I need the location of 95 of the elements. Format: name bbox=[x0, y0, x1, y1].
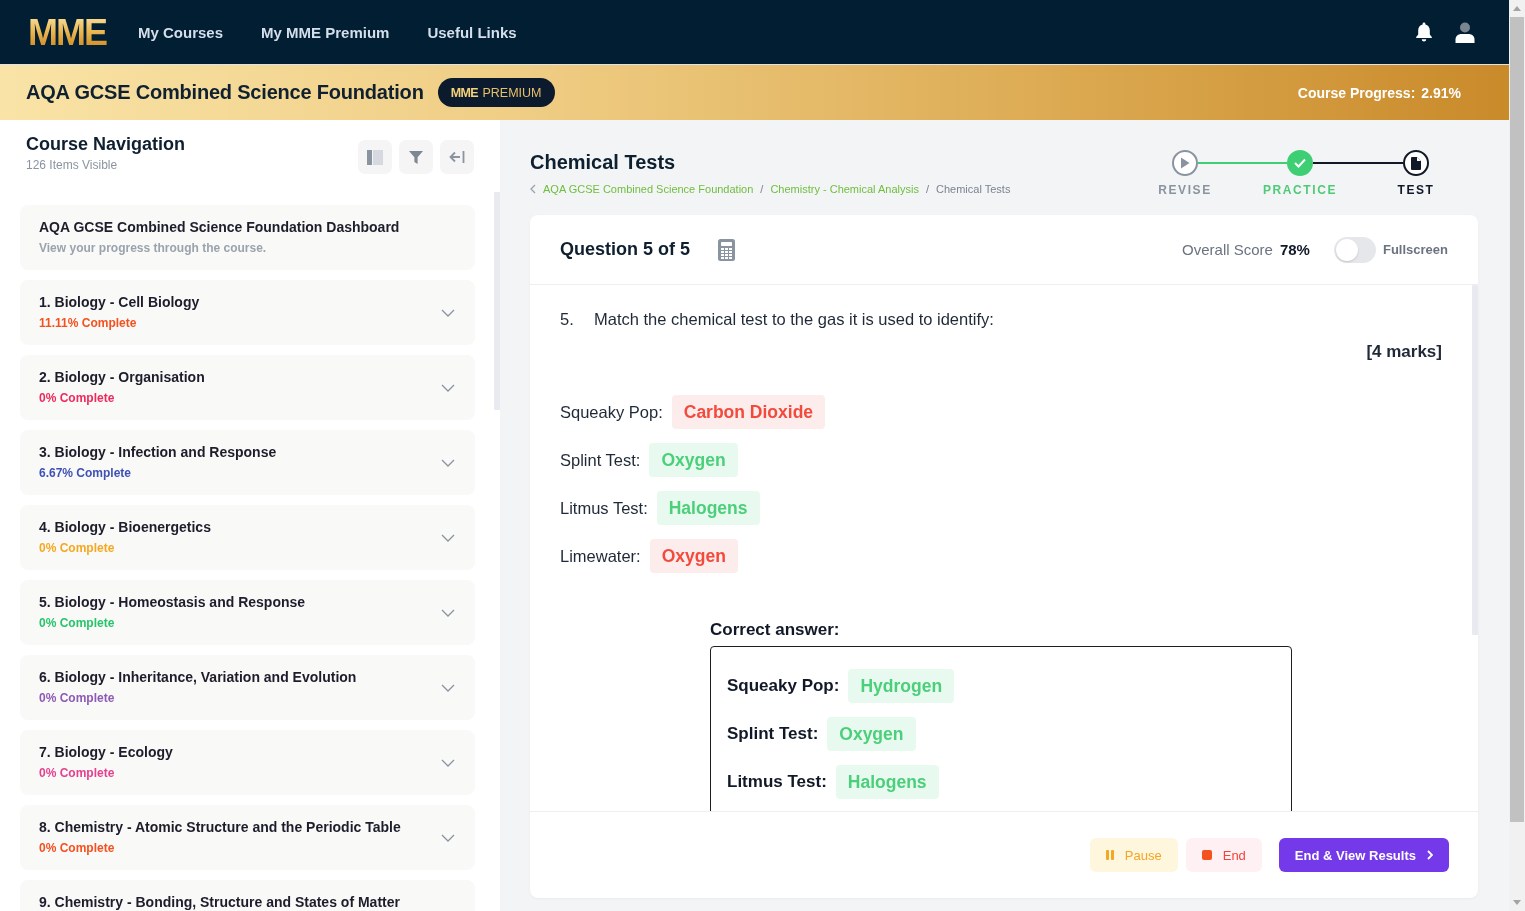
module-item[interactable]: 3. Biology - Infection and Response 6.67% Complete bbox=[20, 430, 475, 495]
module-progress: 0% Complete bbox=[39, 765, 116, 781]
module-title: 4. Biology - Bioenergetics bbox=[39, 519, 211, 536]
chevron-right-icon bbox=[1427, 850, 1433, 860]
module-progress: 6.67% Complete bbox=[39, 465, 133, 481]
items-count: 126 Items Visible bbox=[26, 157, 119, 173]
page-scrollbar[interactable] bbox=[1509, 0, 1525, 911]
test-label: Litmus Test: bbox=[560, 498, 648, 518]
chevron-down-icon[interactable] bbox=[441, 459, 455, 467]
chevron-down-icon[interactable] bbox=[441, 609, 455, 617]
dashboard-title: AQA GCSE Combined Science Foundation Dashboard bbox=[39, 219, 400, 236]
answer-tag: Oxygen bbox=[827, 717, 916, 751]
module-item[interactable]: 5. Biology - Homeostasis and Response 0% Complete bbox=[20, 580, 475, 645]
test-label: Litmus Test: bbox=[727, 772, 827, 792]
dashboard-item[interactable]: AQA GCSE Combined Science Foundation Dashboard View your progress through the course. bbox=[20, 205, 475, 270]
test-label: Splint Test: bbox=[727, 724, 819, 744]
fullscreen-label: Fullscreen bbox=[1382, 242, 1448, 257]
module-item[interactable]: 4. Biology - Bioenergetics 0% Complete bbox=[20, 505, 475, 570]
breadcrumb-current: Chemical Tests bbox=[936, 182, 1011, 196]
bell-icon[interactable] bbox=[1415, 22, 1433, 42]
score-label: Overall Score bbox=[1182, 241, 1273, 258]
test-label: Squeaky Pop: bbox=[727, 676, 840, 696]
chevron-down-icon[interactable] bbox=[441, 834, 455, 842]
chevron-down-icon[interactable] bbox=[441, 684, 455, 692]
question-number: 5. bbox=[560, 309, 575, 329]
document-icon[interactable] bbox=[1403, 150, 1429, 176]
breadcrumb-separator: / bbox=[925, 182, 929, 196]
answer-tag: Hydrogen bbox=[848, 669, 955, 703]
module-progress: 0% Complete bbox=[39, 540, 116, 556]
question-text: Match the chemical test to the gas it is used to identify: bbox=[594, 309, 994, 329]
breadcrumb-separator: / bbox=[760, 182, 764, 196]
pause-icon bbox=[1105, 850, 1114, 860]
answer-tag: Carbon Dioxide bbox=[671, 395, 826, 429]
marks-label: [4 marks] bbox=[1366, 342, 1442, 361]
collapse-sidebar-button[interactable] bbox=[440, 140, 474, 174]
chevron-down-icon[interactable] bbox=[441, 309, 455, 317]
filter-icon bbox=[409, 150, 423, 164]
module-item[interactable]: 2. Biology - Organisation 0% Complete bbox=[20, 355, 475, 420]
fullscreen-toggle[interactable] bbox=[1333, 236, 1376, 263]
nav-link[interactable]: My MME Premium bbox=[261, 23, 390, 41]
course-progress-value: 2.91% bbox=[1421, 84, 1461, 101]
step-label[interactable]: TEST bbox=[1397, 183, 1435, 197]
module-title: 6. Biology - Inheritance, Variation and Evolution bbox=[39, 669, 357, 686]
module-title: 3. Biology - Infection and Response bbox=[39, 444, 277, 461]
play-icon[interactable] bbox=[1172, 150, 1198, 176]
nav-link[interactable]: My Courses bbox=[138, 23, 224, 41]
scrollbar-thumb[interactable] bbox=[1510, 17, 1524, 822]
layout-button[interactable] bbox=[358, 140, 392, 174]
module-title: 8. Chemistry - Atomic Structure and the Periodic Table bbox=[39, 819, 401, 836]
nav-link[interactable]: Useful Links bbox=[427, 23, 517, 41]
module-progress: 0% Complete bbox=[39, 690, 116, 706]
premium-badge: MME PREMIUM bbox=[437, 78, 555, 107]
module-item[interactable]: 7. Biology - Ecology 0% Complete bbox=[20, 730, 475, 795]
sidebar-title: Course Navigation bbox=[26, 133, 186, 155]
answer-tag: Oxygen bbox=[649, 539, 738, 573]
module-item[interactable]: 6. Biology - Inheritance, Variation and Evolution 0% Complete bbox=[20, 655, 475, 720]
stop-icon bbox=[1201, 850, 1212, 860]
test-label: Limewater: bbox=[560, 546, 641, 566]
answer-tag: Halogens bbox=[835, 765, 939, 799]
chevron-down-icon[interactable] bbox=[441, 384, 455, 392]
module-item[interactable]: 8. Chemistry - Atomic Structure and the Periodic Table 0% Complete bbox=[20, 805, 475, 870]
answer-tag: Oxygen bbox=[649, 443, 738, 477]
check-icon[interactable] bbox=[1287, 150, 1313, 176]
dashboard-subtitle: View your progress through the course. bbox=[39, 240, 268, 256]
collapse-icon bbox=[449, 150, 465, 164]
module-progress: 11.11% Complete bbox=[39, 315, 138, 331]
test-label: Squeaky Pop: bbox=[560, 402, 663, 422]
module-title: 2. Biology - Organisation bbox=[39, 369, 205, 386]
module-progress: 0% Complete bbox=[39, 615, 116, 631]
chevron-left-icon[interactable] bbox=[530, 184, 536, 194]
module-progress: 0% Complete bbox=[39, 840, 116, 856]
module-item[interactable]: 9. Chemistry - Bonding, Structure and States of Matter bbox=[20, 880, 475, 911]
course-progress-label: Course Progress: bbox=[1297, 84, 1416, 101]
user-icon[interactable] bbox=[1455, 21, 1475, 43]
sidebar-layout-icon bbox=[367, 149, 383, 165]
module-title: 5. Biology - Homeostasis and Response bbox=[39, 594, 306, 611]
module-title: 9. Chemistry - Bonding, Structure and States of Matter bbox=[39, 894, 400, 911]
test-label: Splint Test: bbox=[560, 450, 641, 470]
caret-up-icon[interactable] bbox=[1513, 6, 1521, 11]
module-item[interactable]: 1. Biology - Cell Biology 11.11% Complete bbox=[20, 280, 475, 345]
chevron-down-icon[interactable] bbox=[441, 759, 455, 767]
answer-tag: Halogens bbox=[656, 491, 760, 525]
lesson-title: Chemical Tests bbox=[530, 150, 677, 174]
module-title: 1. Biology - Cell Biology bbox=[39, 294, 200, 311]
caret-down-icon[interactable] bbox=[1513, 900, 1521, 905]
module-title: 7. Biology - Ecology bbox=[39, 744, 173, 761]
module-progress: 0% Complete bbox=[39, 390, 116, 406]
end-and-view-results-button[interactable]: End & View Results bbox=[1278, 838, 1449, 872]
question-counter: Question 5 of 5 bbox=[560, 239, 691, 260]
score-value: 78% bbox=[1279, 241, 1310, 258]
calculator-icon[interactable] bbox=[718, 238, 736, 261]
filter-button[interactable] bbox=[399, 140, 433, 174]
correct-answer-heading: Correct answer: bbox=[710, 620, 841, 640]
course-title: AQA GCSE Combined Science Foundation bbox=[26, 81, 424, 104]
chevron-down-icon[interactable] bbox=[441, 534, 455, 542]
